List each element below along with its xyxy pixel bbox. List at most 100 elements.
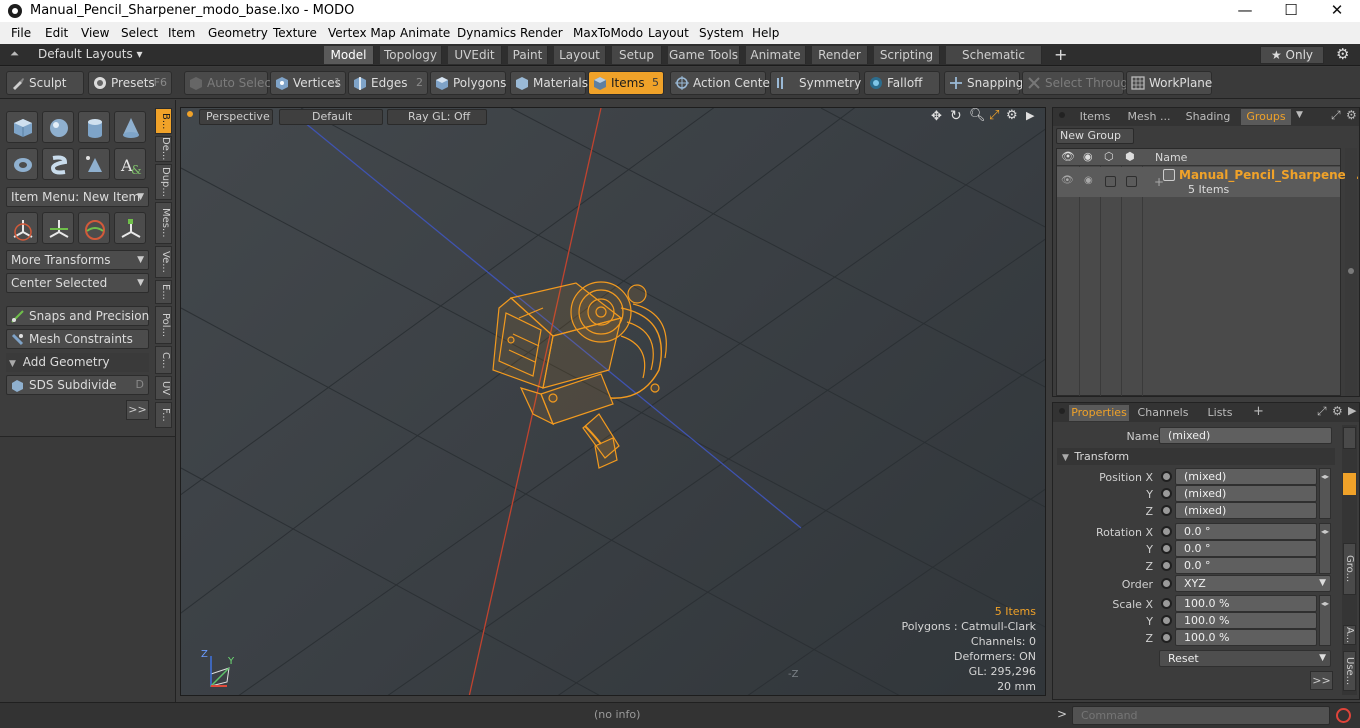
menu-animate[interactable]: Animate [400,26,450,40]
close-button[interactable]: ✕ [1314,0,1360,22]
shading-default-dropdown[interactable]: Default [279,109,383,125]
position-y-key-dot[interactable] [1161,488,1172,499]
panel-maximize-icon[interactable]: ⤢ [1317,404,1327,419]
tab-lists[interactable]: Lists [1197,405,1243,421]
tab-paint[interactable]: Paint [508,46,548,64]
cone-tool[interactable] [114,111,146,143]
rotate-tool[interactable] [42,212,74,244]
add-tab-button[interactable]: + [1054,45,1067,64]
collapse-icon[interactable]: ⏶ [10,47,19,61]
default-layouts-dropdown[interactable]: Default Layouts ▾ [38,47,143,61]
rotation-link-arrows[interactable]: ◂▸ [1319,523,1331,574]
torus-tool[interactable] [6,148,38,180]
3d-viewport[interactable]: Z Y -Z Perspective Default Ray GL: Off ✥… [180,107,1046,696]
add-geometry-section[interactable]: ▼ Add Geometry [6,353,149,372]
reset-dropdown[interactable]: Reset ▼ [1159,650,1331,667]
position-x-field[interactable]: (mixed) [1175,468,1317,485]
view-perspective-dropdown[interactable]: Perspective [199,109,273,125]
materials-button[interactable]: Materials [510,71,588,95]
scale-z-key-dot[interactable] [1161,632,1172,643]
command-input[interactable] [1072,706,1330,725]
auto-select-button[interactable]: Auto Select [184,71,276,95]
items-button[interactable]: Items 5 [588,71,664,95]
expand-more-button[interactable]: >> [126,400,149,420]
menu-maxtomodo[interactable]: MaxToModo [573,26,643,40]
menu-file[interactable]: File [11,26,31,40]
tab-setup[interactable]: Setup [612,46,662,64]
snaps-precision-button[interactable]: Snaps and Precision [6,306,149,326]
menu-select[interactable]: Select [121,26,158,40]
viewport-settings-gear-icon[interactable]: ⚙ [1006,108,1018,123]
row-visibility-eye-icon[interactable]: 👁︎ [1061,175,1074,186]
viewport-menu-dot-icon[interactable] [187,111,193,117]
scroll-thumb[interactable] [1348,268,1354,274]
symmetry-button[interactable]: Symmetry [770,71,861,95]
order-key-dot[interactable] [1161,578,1172,589]
row-render-icon[interactable]: ◉ [1084,175,1093,186]
expand-more-button[interactable]: >> [1310,671,1333,690]
presets-button[interactable]: Presets F6 [88,71,172,95]
text-tool[interactable]: A & [114,148,146,180]
menu-render[interactable]: Render [520,26,563,40]
scale-tool[interactable] [78,212,110,244]
only-toggle[interactable]: ★ Only [1260,46,1324,64]
cylinder-tool[interactable] [78,111,110,143]
row-select-checkbox[interactable] [1126,176,1137,187]
vtab-vertex[interactable]: Ve... [155,246,172,278]
polygons-button[interactable]: Polygons [430,71,506,95]
render-camera-icon[interactable]: ◉ [1083,150,1093,163]
capsule-tool[interactable] [42,148,74,180]
menu-geometry[interactable]: Geometry [208,26,268,40]
sphere-tool[interactable] [42,111,74,143]
menu-view[interactable]: View [81,26,109,40]
rotation-x-key-dot[interactable] [1161,526,1172,537]
menu-vertex-map[interactable]: Vertex Map [328,26,396,40]
menu-help[interactable]: Help [752,26,779,40]
rotation-x-field[interactable]: 0.0 ° [1175,523,1317,540]
viewport-expand-arrow-icon[interactable]: ▶ [1026,109,1034,122]
vtab-uv[interactable]: UV [155,376,172,400]
scale-x-field[interactable]: 100.0 % [1175,595,1317,612]
move-tool[interactable] [6,212,38,244]
row-lock-checkbox[interactable] [1105,176,1116,187]
tabs-overflow-chevron-icon[interactable]: ▼ [1296,110,1303,120]
pan-icon[interactable]: ✥ [931,109,942,124]
cube-tool[interactable] [6,111,38,143]
position-z-field[interactable]: (mixed) [1175,502,1317,519]
zoom-icon[interactable]: 🔍︎ [969,108,986,123]
tab-shading[interactable]: Shading [1181,109,1235,125]
group-row[interactable]: 👁︎ ◉ + Manual_Pencil_Sharpener... 5 Item… [1057,167,1360,197]
panel-maximize-icon[interactable]: ⤢ [1331,108,1341,123]
tab-groups[interactable]: Groups [1241,109,1291,125]
tab-schematic-fusion[interactable]: Schematic Fusion [946,46,1042,80]
select-through-button[interactable]: Select Through [1022,71,1136,95]
add-tab-button[interactable]: + [1253,404,1264,419]
tab-channels[interactable]: Channels [1135,405,1191,421]
tab-layout[interactable]: Layout [554,46,606,64]
vertices-button[interactable]: Vertices 1 [270,71,346,95]
tab-uvedit[interactable]: UVEdit [448,46,502,64]
panel-menu-dot-icon[interactable] [1059,408,1065,414]
vtab-duplicate[interactable]: Dup... [155,164,172,200]
scale-link-arrows[interactable]: ◂▸ [1319,595,1331,646]
tab-mesh[interactable]: Mesh ... [1123,109,1175,125]
vtab-basic[interactable]: B... [155,108,172,134]
panel-menu-dot-icon[interactable] [1059,112,1065,118]
transform-tool[interactable] [114,212,146,244]
menu-layout[interactable]: Layout [648,26,689,40]
action-center-button[interactable]: Action Center [670,71,775,95]
rotation-y-field[interactable]: 0.0 ° [1175,540,1317,557]
more-transforms-dropdown[interactable]: More Transforms ▼ [6,250,149,270]
visibility-eye-icon[interactable]: 👁︎ [1061,150,1075,163]
position-z-key-dot[interactable] [1161,505,1172,516]
record-macro-icon[interactable] [1336,708,1351,723]
snapping-button[interactable]: Snapping [944,71,1023,95]
select-cube-icon[interactable]: ⬢ [1125,150,1135,163]
menu-edit[interactable]: Edit [45,26,68,40]
vtab-curve[interactable]: C... [155,346,172,374]
panel-gear-icon[interactable]: ⚙ [1346,108,1357,122]
panel-expand-arrow-icon[interactable]: ▶ [1348,404,1356,417]
sds-subdivide-button[interactable]: SDS Subdivide D [6,375,149,395]
sculpt-button[interactable]: Sculpt [6,71,84,95]
transform-section[interactable]: ▼ Transform [1057,448,1335,465]
